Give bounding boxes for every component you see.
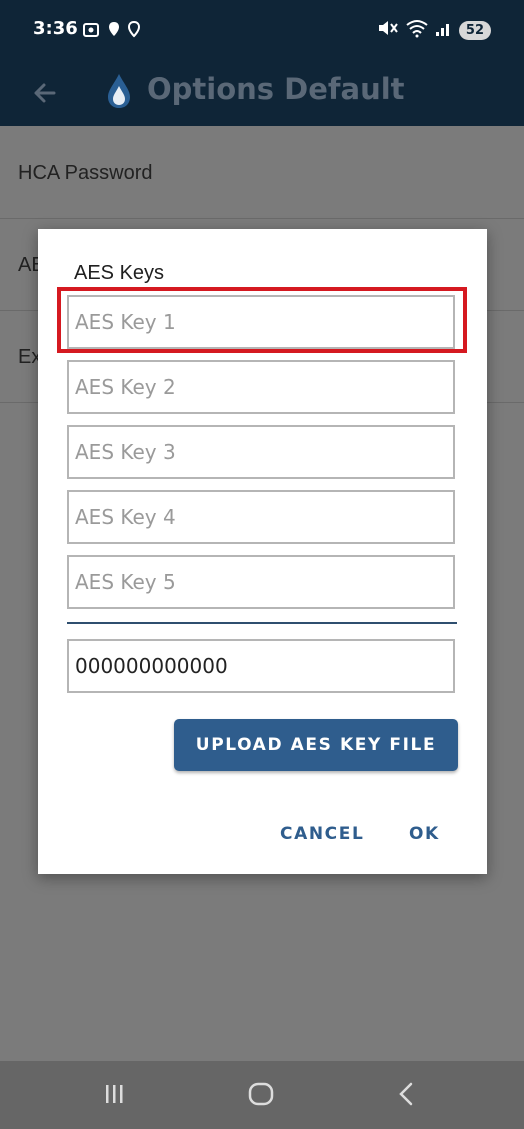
status-bar: 3:36 52: [0, 0, 524, 58]
ok-button[interactable]: OK: [409, 824, 440, 844]
upload-aes-key-file-button[interactable]: UPLOAD AES KEY FILE: [174, 719, 458, 771]
recents-icon[interactable]: [104, 1081, 124, 1112]
location-icon: [108, 20, 120, 40]
wifi-icon: [405, 18, 429, 43]
battery-indicator: 52: [458, 21, 491, 40]
dialog-title: AES Keys: [74, 262, 165, 284]
status-time: 3:36: [33, 18, 78, 39]
list-item[interactable]: HCA Password: [0, 126, 524, 219]
signal-icon: [435, 19, 453, 42]
home-icon[interactable]: [247, 1081, 275, 1112]
aes-keys-dialog: AES Keys UPLOAD AES KEY FILE CANCEL OK: [38, 229, 487, 874]
mute-icon: [377, 18, 399, 43]
back-chevron-icon[interactable]: [396, 1081, 416, 1112]
water-drop-icon: [104, 72, 134, 110]
aes-key-3-input[interactable]: [67, 425, 455, 479]
arrow-left-icon[interactable]: [28, 76, 62, 110]
aes-key-5-input[interactable]: [67, 555, 455, 609]
cancel-button[interactable]: CANCEL: [280, 824, 364, 844]
divider: [67, 622, 457, 624]
location-icon: [128, 20, 140, 40]
screenshot-icon: [82, 20, 100, 40]
app-bar: Options Default: [0, 58, 524, 126]
page-title: Options Default: [147, 72, 405, 106]
status-system-icons: 52: [377, 18, 491, 43]
aes-key-1-input[interactable]: [67, 295, 455, 349]
aes-key-2-input[interactable]: [67, 360, 455, 414]
list-item-label: HCA Password: [18, 162, 153, 184]
key-value-field[interactable]: [67, 639, 455, 693]
system-nav-bar: [0, 1061, 524, 1129]
aes-key-4-input[interactable]: [67, 490, 455, 544]
